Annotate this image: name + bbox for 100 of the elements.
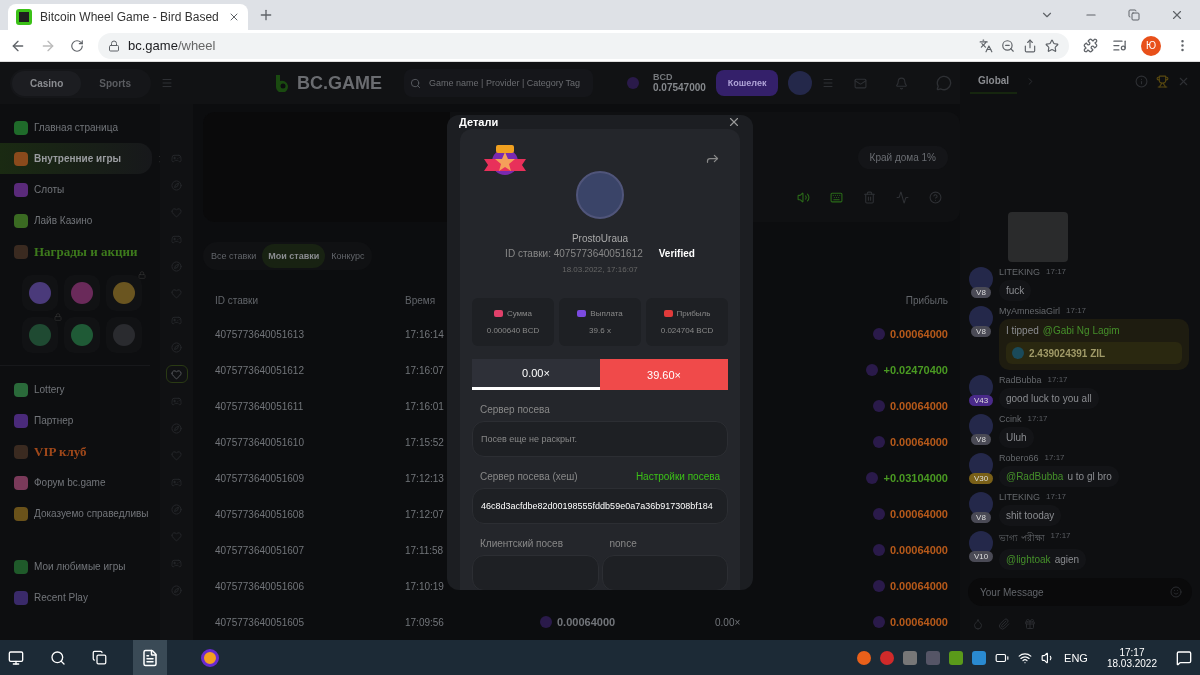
table-cell: 0.00× [715, 616, 741, 628]
chat-icon[interactable] [936, 75, 953, 91]
nav-item[interactable]: Слоты [0, 174, 152, 205]
info-icon[interactable] [1135, 74, 1148, 88]
restore-icon[interactable] [1128, 8, 1140, 22]
nav-item[interactable]: Мои любимые игры [0, 551, 152, 582]
search-icon[interactable] [50, 649, 66, 666]
table-cell: 4075773640051612 [215, 364, 304, 376]
reward-tile[interactable] [22, 275, 58, 311]
mention-link[interactable]: @lightoak [1006, 554, 1051, 565]
bets-tab[interactable]: Мои ставки [262, 244, 326, 268]
table-cell: 0.00064000 [889, 508, 948, 520]
reward-tile[interactable] [106, 317, 142, 353]
tray-app-icon [949, 650, 964, 665]
username: MyAmnesiaGirl [999, 306, 1060, 316]
nav-item[interactable]: Доказуемо справедливы [0, 498, 152, 529]
close-window-icon[interactable] [1170, 8, 1184, 22]
sound-icon[interactable] [797, 191, 810, 204]
reload-icon[interactable] [70, 38, 84, 53]
nav-item[interactable]: Lottery [0, 374, 152, 405]
help-icon[interactable] [929, 191, 942, 204]
message-text: shit tooday [1006, 510, 1055, 521]
table-cell: 4075773640051613 [215, 328, 304, 340]
share-icon[interactable] [1023, 38, 1037, 53]
hash-field[interactable]: 46c8d3acfdbe82d00198555fddb59e0a7a36b917308bf184 [472, 488, 728, 524]
player-name: ProstoUraua [571, 233, 629, 244]
nav-item[interactable]: Recent Play [0, 582, 152, 613]
close-icon[interactable] [727, 115, 741, 129]
close-tab-icon[interactable] [228, 11, 240, 23]
bell-icon[interactable] [895, 76, 909, 90]
nav-item[interactable]: Главная страница [0, 112, 152, 143]
tray-app-icon [926, 650, 941, 665]
promo-item[interactable]: Награды и акции [0, 236, 152, 267]
table-cell: 4075773640051605 [215, 616, 304, 628]
keyboard-icon[interactable] [830, 191, 843, 204]
drop-icon[interactable] [972, 618, 984, 630]
translate-icon[interactable] [979, 38, 993, 53]
mention-link[interactable]: @Gabi Ng Lagim [1042, 325, 1120, 336]
mail-icon[interactable] [854, 76, 868, 90]
nav-item[interactable]: Форум bc.game [0, 467, 152, 498]
column-header: ID ставки [215, 294, 260, 306]
bets-tab[interactable]: Конкурс [325, 244, 371, 268]
game-icon[interactable] [165, 365, 188, 383]
extensions-icon[interactable] [1083, 38, 1098, 53]
table-cell: 17:10:19 [405, 580, 444, 592]
coin-icon [866, 364, 879, 376]
address-bar[interactable]: bc.game/wheel [98, 32, 1069, 59]
table-cell: +0.02470400 [883, 364, 948, 376]
message-box[interactable]: Your Message [968, 578, 1192, 606]
nonce-field[interactable] [601, 555, 728, 590]
reward-tile[interactable] [64, 275, 100, 311]
wallet-button[interactable]: Кошелек [715, 70, 779, 96]
message-time: 17:17 [1050, 531, 1071, 542]
profile-avatar[interactable]: Ю [1141, 35, 1161, 56]
promo-item[interactable]: VIP клуб [0, 436, 152, 467]
clock[interactable]: 17:17 18.03.2022 [1106, 646, 1157, 669]
media-icon[interactable] [1112, 38, 1127, 53]
casino-tab[interactable]: Sports [81, 70, 149, 96]
username: LITEKING [999, 267, 1040, 277]
trash-icon[interactable] [863, 191, 876, 204]
level-badge: V8 [971, 434, 991, 445]
search-box[interactable]: Game name | Provider | Category Tag [404, 69, 593, 97]
seed-settings-link[interactable]: Настройки посева [635, 471, 720, 482]
nav-item[interactable]: Партнер [0, 405, 152, 436]
chat-tab[interactable]: Global [970, 68, 1018, 94]
table-cell: 17:15:52 [405, 436, 444, 448]
search-field[interactable]: Game name | Provider | Category Tag [427, 77, 587, 89]
gift-icon[interactable] [1024, 618, 1036, 630]
message-time: 17:17 [1044, 453, 1065, 463]
table-cell: 17:11:58 [405, 544, 444, 556]
bets-tab[interactable]: Все ставки [205, 244, 263, 268]
client-seed-field[interactable] [472, 555, 599, 590]
level-badge: V8 [971, 287, 991, 298]
stat-value: 0.024704 BCD [660, 326, 714, 335]
verified-label: Verified [658, 248, 695, 259]
star-icon[interactable] [1045, 38, 1059, 53]
file-app-icon[interactable] [133, 640, 167, 675]
casino-tab[interactable]: Casino [12, 70, 82, 96]
notifications-icon[interactable] [1176, 649, 1192, 666]
mention-link[interactable]: @RadBubba [1006, 471, 1064, 482]
table-cell: 17:09:56 [405, 616, 444, 628]
new-tab-button[interactable] [258, 7, 274, 23]
trophy-icon[interactable] [1156, 74, 1169, 88]
promo-icon [14, 244, 28, 259]
task-view-icon[interactable] [92, 650, 107, 665]
user-avatar[interactable] [788, 71, 813, 95]
message-text: good luck to you all [1006, 393, 1092, 404]
coin-icon [872, 328, 885, 340]
field-label: Сервер посева [480, 404, 550, 415]
reward-tile[interactable] [64, 317, 100, 353]
multiplier-segment: 39.60× [600, 359, 728, 390]
stat-label: Сумма [506, 309, 533, 318]
server-seed-field[interactable]: Посев еще не раскрыт. [472, 421, 728, 457]
browser-tab[interactable]: Bitcoin Wheel Game - Bird Based [8, 4, 248, 30]
nav-item[interactable]: Лайв Казино [0, 205, 152, 236]
chart-icon[interactable] [896, 191, 909, 204]
zoom-out-icon[interactable] [1001, 38, 1015, 53]
message-field[interactable]: Your Message [978, 585, 1170, 599]
language-indicator[interactable]: ENG [1064, 651, 1088, 664]
username: LITEKING [999, 492, 1040, 502]
